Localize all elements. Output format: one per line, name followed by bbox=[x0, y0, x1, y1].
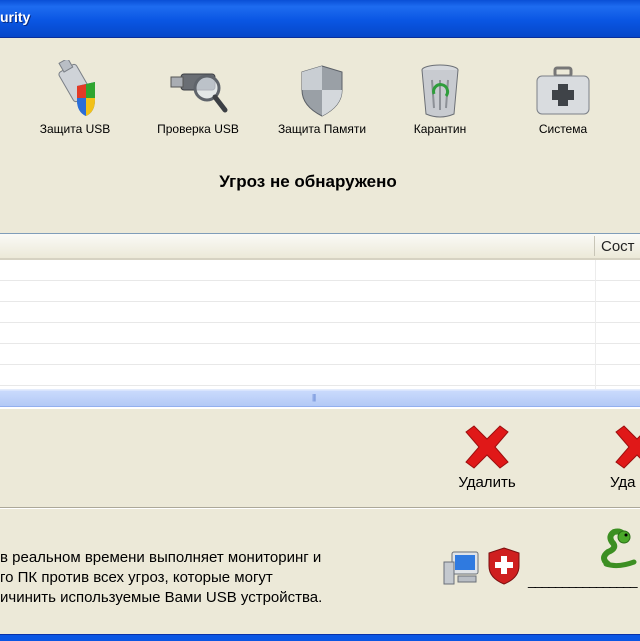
list-row-divider bbox=[0, 322, 640, 323]
section-divider bbox=[0, 507, 640, 509]
medical-kit-icon bbox=[536, 66, 590, 115]
toolbar-label: Проверка USB bbox=[157, 122, 239, 136]
list-row-divider bbox=[0, 364, 640, 365]
list-row-divider bbox=[0, 385, 640, 386]
scrollbar-grip-icon: ||| bbox=[312, 393, 316, 402]
toolbar-button-system[interactable]: Система bbox=[508, 60, 618, 140]
toolbar-button-quarantine[interactable]: Карантин bbox=[385, 60, 495, 140]
delete-button[interactable]: Удалить bbox=[442, 424, 532, 494]
toolbar-label: Карантин bbox=[413, 122, 467, 136]
column-header-status[interactable]: Сост bbox=[601, 238, 635, 255]
info-text-line: ичинить используемые Вами USB устройства… bbox=[0, 589, 323, 606]
column-divider bbox=[595, 260, 596, 390]
usb-scan-magnifier-icon bbox=[170, 73, 228, 113]
list-row-divider bbox=[0, 280, 640, 281]
list-row-divider bbox=[0, 301, 640, 302]
threat-list[interactable]: Сост ||| bbox=[0, 233, 640, 409]
list-header: Сост bbox=[0, 234, 640, 260]
window-title: urity bbox=[0, 9, 31, 25]
info-text-line: в реальном времени выполняет мониторинг … bbox=[0, 549, 322, 566]
column-separator[interactable] bbox=[594, 236, 595, 256]
usb-shield-icon bbox=[58, 60, 95, 116]
toolbar-label: Система bbox=[538, 122, 588, 136]
red-x-icon bbox=[465, 425, 509, 469]
scan-status-heading: Угроз не обнаружено bbox=[219, 172, 397, 191]
decorative-dashes: ________________ bbox=[528, 572, 638, 588]
toolbar-label: Защита Памяти bbox=[277, 122, 367, 136]
computer-icon bbox=[443, 551, 479, 585]
toolbar-button-usb-protection[interactable]: Защита USB bbox=[20, 60, 130, 140]
delete-all-button[interactable]: Уда bbox=[596, 424, 640, 494]
list-row-divider bbox=[0, 343, 640, 344]
horizontal-scrollbar[interactable]: ||| bbox=[0, 389, 640, 407]
title-bar[interactable]: urity bbox=[0, 0, 640, 38]
delete-all-label: Уда bbox=[610, 474, 636, 491]
info-text-line: го ПК против всех угроз, которые могут bbox=[0, 569, 273, 586]
scrollbar-thumb[interactable] bbox=[0, 390, 640, 407]
toolbar-button-usb-scan[interactable]: Проверка USB bbox=[143, 60, 253, 140]
delete-label: Удалить bbox=[458, 474, 516, 491]
recycle-bin-icon bbox=[421, 64, 459, 118]
toolbar-button-memory-protection[interactable]: Защита Памяти bbox=[267, 60, 377, 140]
red-x-icon bbox=[615, 425, 640, 469]
memory-shield-icon bbox=[301, 65, 343, 117]
toolbar-label: Защита USB bbox=[39, 122, 111, 136]
shield-cross-icon bbox=[488, 547, 520, 585]
snake-mascot-icon bbox=[601, 528, 637, 569]
